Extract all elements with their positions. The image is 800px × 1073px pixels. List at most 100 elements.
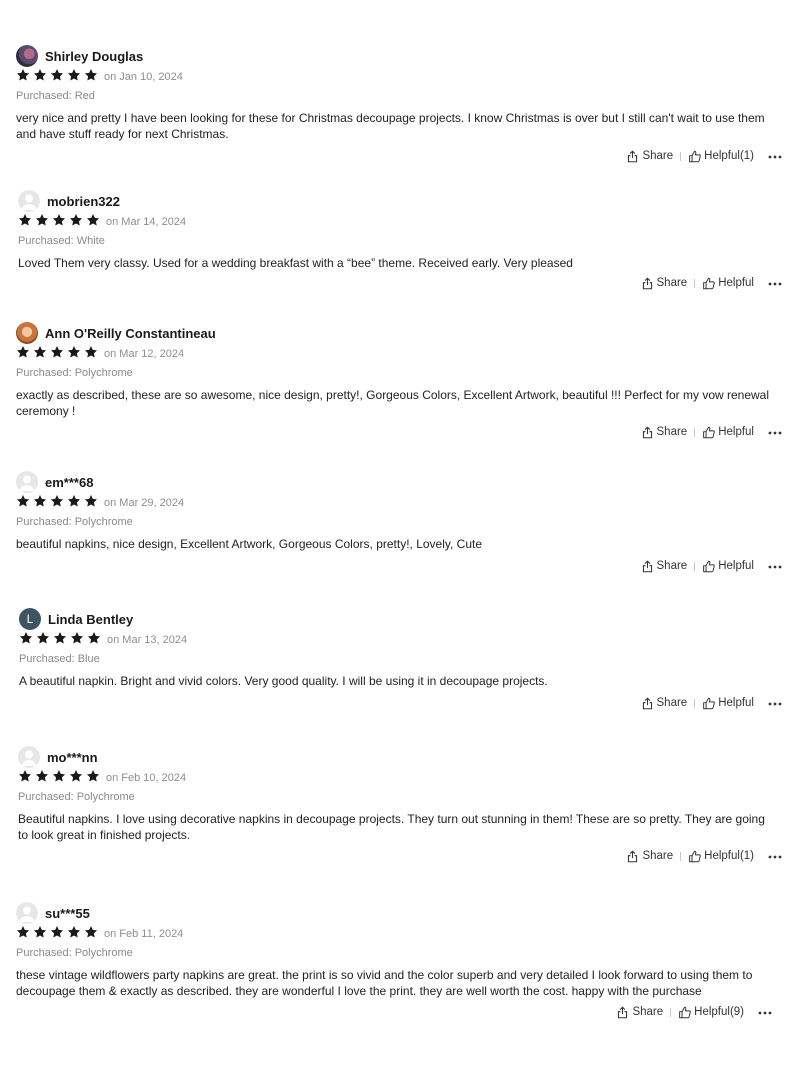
share-button[interactable]: Share — [626, 149, 673, 163]
star-icon — [16, 68, 30, 87]
reviewer-name[interactable]: su***55 — [45, 906, 90, 921]
divider — [670, 1007, 672, 1017]
review-header: L Linda Bentley — [19, 607, 133, 631]
review-date: on Mar 12, 2024 — [104, 348, 185, 360]
rating-row: on Jan 10, 2024 — [16, 68, 183, 86]
helpful-button[interactable]: Helpful(9) — [678, 1006, 744, 1019]
helpful-button[interactable]: Helpful(1) — [688, 150, 754, 163]
review-actions: Share Helpful — [641, 695, 783, 711]
star-rating — [18, 213, 100, 232]
review-text: A beautiful napkin. Bright and vivid col… — [19, 674, 548, 688]
thumbs-up-icon — [702, 697, 715, 710]
star-icon — [35, 213, 49, 232]
star-icon — [53, 631, 67, 650]
more-options-button[interactable] — [758, 1006, 772, 1018]
star-icon — [69, 213, 83, 232]
share-button[interactable]: Share — [641, 696, 688, 710]
more-options-button[interactable] — [768, 850, 782, 862]
default-avatar-icon[interactable] — [16, 902, 38, 924]
reviewer-name[interactable]: Ann O'Reilly Constantineau — [45, 326, 216, 341]
helpful-label: Helpful — [718, 697, 754, 709]
review-text: very nice and pretty I have been looking… — [16, 111, 765, 141]
review-header: Ann O'Reilly Constantineau — [16, 321, 216, 345]
star-rating — [18, 769, 100, 788]
star-icon — [67, 345, 81, 364]
review-text: Loved Them very classy. Used for a weddi… — [18, 256, 573, 270]
default-avatar-icon[interactable] — [18, 190, 40, 212]
star-icon — [86, 769, 100, 788]
rating-row: on Mar 12, 2024 — [16, 345, 184, 363]
default-avatar-icon[interactable] — [18, 746, 40, 768]
purchased-variant: Purchased: Polychrome — [18, 791, 135, 803]
review-text: beautiful napkins, nice design, Excellen… — [16, 537, 483, 551]
review-card: mobrien322 on Mar 14, 2024 Purchased: Wh… — [0, 189, 800, 299]
star-icon — [87, 631, 101, 650]
letter-avatar[interactable]: L — [19, 608, 41, 630]
review-header: mobrien322 — [18, 189, 120, 213]
review-date: on Mar 29, 2024 — [104, 497, 185, 509]
helpful-button[interactable]: Helpful(1) — [688, 850, 754, 863]
share-button[interactable]: Share — [626, 849, 673, 863]
review-actions: Share Helpful — [641, 275, 783, 291]
reviewer-name[interactable]: mo***nn — [47, 750, 98, 765]
more-options-button[interactable] — [768, 426, 782, 438]
more-options-button[interactable] — [768, 697, 782, 709]
share-button[interactable]: Share — [616, 1005, 664, 1019]
share-label: Share — [656, 697, 688, 709]
star-icon — [19, 631, 33, 650]
star-icon — [84, 345, 98, 364]
reviewer-name[interactable]: em***68 — [45, 475, 93, 490]
default-avatar-icon[interactable] — [16, 471, 38, 493]
more-options-button[interactable] — [768, 560, 782, 572]
avatar[interactable] — [16, 322, 38, 344]
helpful-label: Helpful — [718, 560, 754, 572]
star-icon — [16, 925, 30, 944]
star-icon — [69, 769, 83, 788]
helpful-button[interactable]: Helpful — [702, 277, 754, 290]
share-button[interactable]: Share — [641, 559, 688, 573]
divider — [694, 278, 696, 288]
share-button[interactable]: Share — [641, 276, 687, 290]
rating-row: on Feb 11, 2024 — [16, 925, 183, 943]
thumbs-up-icon — [702, 277, 715, 290]
purchased-variant: Purchased: Polychrome — [16, 947, 133, 959]
divider — [694, 427, 696, 437]
more-options-button[interactable] — [768, 277, 782, 289]
reviewer-name[interactable]: Linda Bentley — [48, 612, 133, 627]
star-icon — [50, 925, 64, 944]
star-icon — [36, 631, 50, 650]
divider — [694, 561, 696, 571]
star-icon — [52, 213, 66, 232]
review-header: su***55 — [16, 901, 90, 925]
review-header: em***68 — [16, 470, 93, 494]
star-icon — [67, 68, 81, 87]
review-header: Shirley Douglas — [16, 44, 143, 68]
share-button[interactable]: Share — [641, 425, 687, 439]
thumbs-up-icon — [688, 150, 701, 163]
helpful-button[interactable]: Helpful — [702, 697, 754, 710]
helpful-button[interactable]: Helpful — [702, 426, 754, 439]
star-icon — [50, 68, 64, 87]
review-card: Ann O'Reilly Constantineau on Mar 12, 20… — [0, 321, 800, 447]
star-icon — [33, 494, 47, 513]
share-label: Share — [656, 560, 688, 572]
star-icon — [86, 213, 100, 232]
share-icon — [641, 425, 654, 439]
review-actions: Share Helpful(1) — [626, 848, 782, 864]
reviewer-name[interactable]: mobrien322 — [47, 194, 120, 209]
divider — [680, 851, 682, 861]
share-label: Share — [632, 1006, 664, 1018]
avatar[interactable] — [16, 45, 38, 67]
more-options-button[interactable] — [768, 150, 782, 162]
star-rating — [19, 631, 101, 650]
review-actions: Share Helpful — [641, 424, 783, 440]
review-actions: Share Helpful — [641, 558, 783, 574]
helpful-button[interactable]: Helpful — [702, 560, 754, 573]
star-rating — [16, 345, 98, 364]
purchased-variant: Purchased: White — [18, 235, 105, 247]
purchased-variant: Purchased: Red — [16, 90, 95, 102]
review-text: Beautiful napkins. I love using decorati… — [18, 812, 765, 842]
thumbs-up-icon — [702, 560, 715, 573]
helpful-label: Helpful(1) — [704, 150, 754, 162]
reviewer-name[interactable]: Shirley Douglas — [45, 49, 143, 64]
